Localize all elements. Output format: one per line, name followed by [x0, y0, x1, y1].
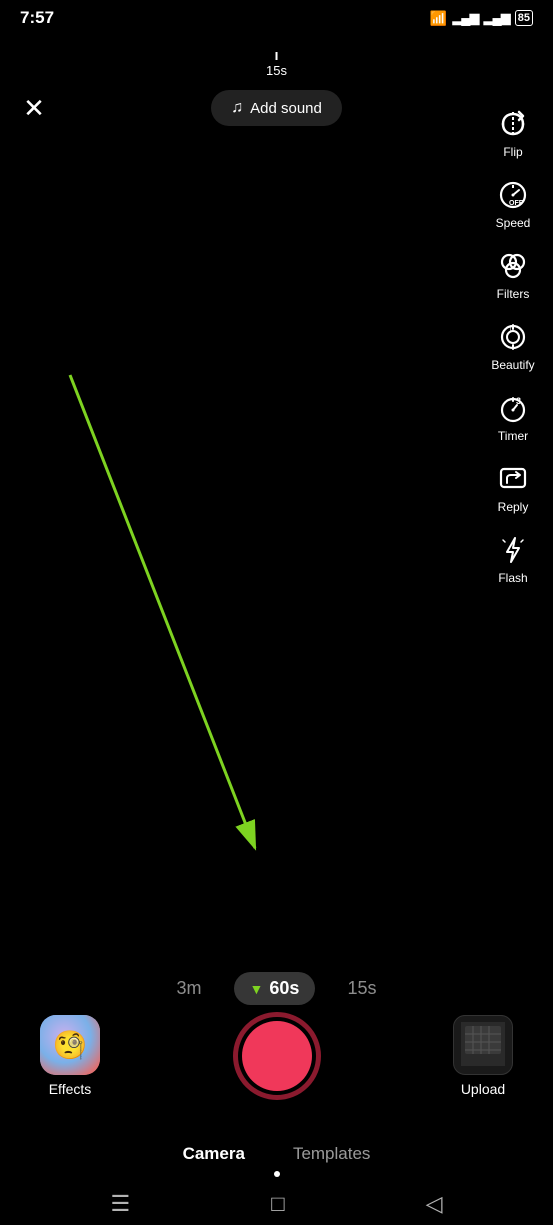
close-button[interactable]: ✕ — [16, 90, 52, 126]
beautify-label: Beautify — [491, 358, 534, 372]
record-inner — [242, 1021, 312, 1091]
wifi-icon: 📶 — [430, 10, 447, 27]
nav-menu-icon[interactable]: ☰ — [111, 1191, 131, 1217]
timer-control[interactable]: 3 Timer — [483, 384, 543, 449]
effects-face-icon: 🧐 — [53, 1029, 88, 1062]
duration-60s[interactable]: ▼ 60s — [234, 972, 316, 1005]
flip-icon — [495, 106, 531, 142]
flash-icon — [495, 532, 531, 568]
reply-control[interactable]: Reply — [483, 455, 543, 520]
tab-bar: Camera Templates — [0, 1144, 553, 1170]
record-button[interactable] — [233, 1012, 321, 1100]
filters-label: Filters — [497, 287, 530, 301]
duration-15s[interactable]: 15s — [339, 974, 384, 1003]
beautify-control[interactable]: i Beautify — [483, 313, 543, 378]
duration-arrow: ▼ — [250, 981, 264, 997]
filters-control[interactable]: Filters — [483, 242, 543, 307]
bottom-actions: 🧐 Effects Upload — [0, 1012, 553, 1100]
upload-label: Upload — [461, 1081, 505, 1097]
status-icons: 📶 ▂▄▆ ▂▄▆ 85 — [430, 10, 533, 27]
effects-button[interactable]: 🧐 Effects — [40, 1015, 100, 1097]
svg-text:i: i — [510, 327, 511, 333]
reply-icon — [495, 461, 531, 497]
upload-button[interactable]: Upload — [453, 1015, 513, 1097]
flip-control[interactable]: Flip — [483, 100, 543, 165]
arrow-overlay — [0, 0, 553, 900]
top-bar: ✕ ♫ Add sound — [0, 90, 553, 126]
flip-label: Flip — [503, 145, 522, 159]
beautify-icon: i — [495, 319, 531, 355]
tab-templates[interactable]: Templates — [293, 1144, 370, 1170]
duration-3m[interactable]: 3m — [169, 974, 210, 1003]
effects-icon: 🧐 — [40, 1015, 100, 1075]
svg-text:OFF: OFF — [509, 200, 524, 207]
flash-label: Flash — [498, 571, 527, 585]
add-sound-button[interactable]: ♫ Add sound — [211, 90, 342, 126]
add-sound-label: Add sound — [250, 100, 322, 117]
tab-indicator — [274, 1171, 280, 1177]
status-time: 7:57 — [20, 8, 54, 28]
battery-icon: 85 — [515, 10, 533, 26]
timeline-marker: 15s — [266, 52, 287, 80]
tab-camera[interactable]: Camera — [183, 1144, 245, 1170]
right-controls: Flip OFF Speed Filters — [483, 100, 543, 591]
filters-icon — [495, 248, 531, 284]
timer-label: Timer — [498, 429, 528, 443]
upload-icon — [453, 1015, 513, 1075]
flash-control[interactable]: Flash — [483, 526, 543, 591]
status-bar: 7:57 📶 ▂▄▆ ▂▄▆ 85 — [0, 0, 553, 32]
timeline-label: 15s — [266, 63, 287, 78]
speed-label: Speed — [496, 216, 531, 230]
svg-text:3: 3 — [516, 396, 521, 406]
nav-bar: ☰ □ ◁ — [0, 1191, 553, 1217]
nav-home-icon[interactable]: □ — [271, 1191, 284, 1217]
signal-icon1: ▂▄▆ — [452, 10, 478, 26]
music-icon: ♫ — [231, 99, 243, 117]
timeline-tick — [276, 52, 278, 60]
effects-image: 🧐 — [40, 1015, 100, 1075]
timer-icon: 3 — [495, 390, 531, 426]
duration-bar: 3m ▼ 60s 15s — [0, 972, 553, 1005]
signal-icon2: ▂▄▆ — [484, 10, 510, 26]
speed-icon: OFF — [495, 177, 531, 213]
speed-control[interactable]: OFF Speed — [483, 171, 543, 236]
effects-label: Effects — [49, 1081, 92, 1097]
reply-label: Reply — [498, 500, 529, 514]
nav-back-icon[interactable]: ◁ — [426, 1191, 443, 1217]
close-icon: ✕ — [23, 93, 45, 124]
upload-thumbnail — [457, 1018, 509, 1073]
